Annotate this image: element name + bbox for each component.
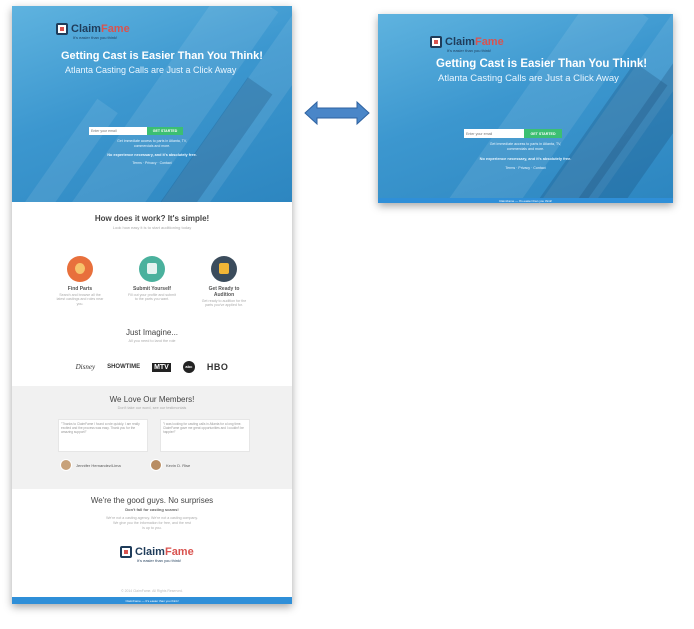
- imagine-section: Just Imagine... All you need to land the…: [12, 328, 292, 343]
- monitor-icon: [139, 256, 165, 282]
- get-started-button[interactable]: GET STARTED: [147, 127, 183, 135]
- step-desc: Get ready to audition for the parts you'…: [201, 299, 247, 308]
- logo-mark-icon: [430, 36, 442, 48]
- logo-word-part2: Fame: [100, 22, 130, 35]
- good-guys-title: We're the good guys. No surprises: [90, 496, 214, 505]
- hero-info-line2: commercials and more.: [506, 147, 545, 151]
- step-desc: Fill out your profile and submit to the …: [128, 293, 176, 302]
- bottom-bar: ClaimFame — It's easier than you think!: [12, 597, 292, 604]
- hero-subheadline: Atlanta Casting Calls are Just a Click A…: [65, 65, 237, 75]
- logo-word-part1: Claim: [135, 545, 165, 558]
- logo-word-part1: Claim: [445, 35, 475, 48]
- author-name: Kevin D. Rise: [166, 462, 191, 468]
- logo-tagline: It's easier than you think!: [447, 48, 492, 53]
- testimonial-author: Kevin D. Rise: [150, 459, 190, 471]
- logo-mark-icon: [56, 23, 68, 35]
- logo-tagline: It's easier than you think!: [137, 558, 182, 563]
- full-page-screenshot: ClaimFame It's easier than you think! Ge…: [12, 6, 292, 604]
- bottom-bar: ClaimFame — It's easier than you think!: [378, 198, 673, 203]
- logo-word-part2: Fame: [474, 35, 504, 48]
- testimonial-author: Jennifer Hernandez/Lima: [60, 459, 121, 471]
- email-input[interactable]: [89, 127, 147, 135]
- double-headed-arrow-icon: [304, 100, 370, 126]
- person-icon: [67, 256, 93, 282]
- hero-info-line1: Get immediate access to parts in Atlanta…: [489, 142, 562, 146]
- avatar: [60, 459, 72, 471]
- copyright: © 2014 ClaimFame. All Rights Reserved.: [121, 589, 183, 593]
- get-started-button[interactable]: GET STARTED: [524, 129, 562, 138]
- hero-section: ClaimFame It's easier than you think! Ge…: [12, 6, 292, 202]
- good-guys-subtitle: Don't fall for casting scams!: [125, 507, 179, 512]
- imagine-subtitle: All you need to land the role: [128, 339, 176, 343]
- hero-links[interactable]: Terms · Privacy · Contact: [12, 161, 292, 165]
- hbo-logo: HBO: [206, 362, 229, 372]
- step-title: Find Parts: [67, 286, 93, 292]
- hero-subheadline: Atlanta Casting Calls are Just a Click A…: [438, 73, 619, 84]
- author-name: Jennifer Hernandez/Lima: [76, 462, 121, 468]
- step-title: Submit Yourself: [133, 286, 171, 292]
- footer-logo[interactable]: ClaimFame It's easier than you think!: [120, 545, 194, 563]
- good-guys-body-line3: is up to you.: [142, 526, 162, 530]
- testimonial-card: "Thanks to ClaimFame I found a role quic…: [58, 419, 148, 452]
- imagine-title: Just Imagine...: [125, 328, 179, 337]
- hero-section: ClaimFame It's easier than you think! Ge…: [378, 14, 673, 198]
- logo-word-part1: Claim: [71, 22, 101, 35]
- hero-links[interactable]: Terms · Privacy · Contact: [378, 166, 673, 170]
- signup-form: GET STARTED: [464, 129, 562, 138]
- testimonial-card: "I was looking for casting calls in Atla…: [160, 419, 250, 452]
- hero-bold-line: No experience necessary, and it's absolu…: [479, 156, 572, 161]
- step-title: Get Ready to Audition: [208, 286, 240, 298]
- abc-logo: abc: [182, 361, 195, 373]
- logo[interactable]: ClaimFame It's easier than you think!: [56, 22, 130, 40]
- hero-headline: Getting Cast is Easier Than You Think!: [61, 50, 263, 62]
- logo[interactable]: ClaimFame It's easier than you think!: [430, 35, 504, 53]
- step-submit-yourself: Submit Yourself Fill out your profile an…: [127, 256, 177, 308]
- good-guys-section: We're the good guys. No surprises Don't …: [12, 496, 292, 530]
- how-title: How does it work? It's simple!: [94, 214, 210, 223]
- good-guys-body-line2: We give you the information for free, an…: [113, 521, 191, 525]
- good-guys-body-line1: We're not a casting agency. We're not a …: [106, 516, 198, 520]
- step-find-parts: Find Parts Search and browse all the lat…: [55, 256, 105, 308]
- avatar: [150, 459, 162, 471]
- how-it-works-section: How does it work? It's simple! Look how …: [12, 214, 292, 230]
- logo-mark-icon: [120, 546, 132, 558]
- logo-word-part2: Fame: [164, 545, 194, 558]
- hero-info-line2: commercials and more.: [133, 144, 171, 148]
- hero-headline: Getting Cast is Easier Than You Think!: [436, 58, 648, 70]
- members-heading: We Love Our Members! Don't take our word…: [12, 395, 292, 410]
- viewport-screenshot: ClaimFame It's easier than you think! Ge…: [378, 14, 673, 203]
- mtv-logo: MTV: [152, 362, 171, 372]
- disney-logo: Disney: [75, 363, 96, 371]
- signup-form: GET STARTED: [89, 127, 183, 135]
- members-subtitle: Don't take our word, see our testimonial…: [117, 406, 187, 410]
- hero-bold-line: No experience necessary, and it's absolu…: [107, 153, 197, 157]
- showtime-logo: SHOWTIME: [107, 364, 141, 370]
- step-desc: Search and browse all the latest casting…: [56, 293, 104, 306]
- step-audition: Get Ready to Audition Get ready to audit…: [199, 256, 249, 308]
- steps-row: Find Parts Search and browse all the lat…: [12, 256, 292, 308]
- email-input[interactable]: [464, 129, 524, 138]
- bottom-bar-text: ClaimFame — It's easier than you think!: [498, 198, 553, 203]
- hero-info-line1: Get immediate access to parts in Atlanta…: [117, 139, 187, 143]
- members-title: We Love Our Members!: [109, 395, 195, 404]
- bottom-bar-text: ClaimFame — It's easier than you think!: [125, 598, 179, 603]
- how-subtitle: Look how easy it is to start auditioning…: [112, 225, 192, 230]
- logo-tagline: It's easier than you think!: [73, 35, 118, 40]
- brand-logos-row: Disney SHOWTIME MTV abc HBO: [12, 361, 292, 373]
- folder-icon: [211, 256, 237, 282]
